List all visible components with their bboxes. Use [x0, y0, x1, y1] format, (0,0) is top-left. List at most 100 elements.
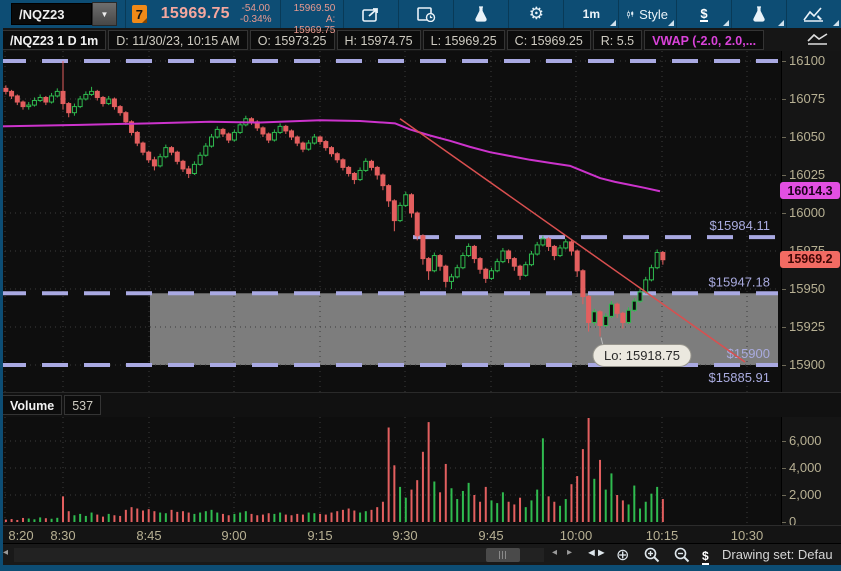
crosshair-button[interactable]: ⊕: [616, 545, 629, 565]
volume-bar: [159, 513, 161, 522]
volume-bar: [11, 519, 13, 522]
volume-bar: [359, 513, 361, 522]
volume-bar: [416, 480, 418, 522]
volume-bar: [233, 514, 235, 522]
volume-bar: [28, 518, 30, 522]
share-button[interactable]: [344, 0, 399, 28]
volume-bar: [222, 514, 224, 522]
candle-body: [4, 88, 8, 91]
tick-mark: [782, 99, 786, 100]
volume-bar: [462, 491, 464, 522]
pan-left-button[interactable]: ◂: [552, 547, 557, 558]
volume-bar: [559, 506, 561, 522]
candle-body: [587, 297, 591, 323]
candle-body: [478, 259, 482, 270]
price-tick-label: 16000: [789, 205, 825, 220]
price-tick-label: 15950: [789, 281, 825, 296]
volume-bar: [525, 507, 527, 522]
candlestick-icon: [627, 7, 634, 22]
candle-body: [489, 271, 493, 279]
volume-bar: [153, 511, 155, 522]
dollar-icon: $: [700, 7, 707, 22]
volume-plot[interactable]: [0, 417, 781, 525]
chart-mode-button[interactable]: [803, 30, 833, 47]
volume-bar: [45, 518, 47, 522]
volume-bar: [605, 490, 607, 522]
tick-mark: [782, 61, 786, 62]
candle-body: [261, 128, 265, 134]
candle-body: [32, 101, 36, 106]
volume-bar: [650, 494, 652, 522]
settings-button[interactable]: ⚙: [509, 0, 564, 28]
volume-bar: [273, 514, 275, 522]
last-price-block: 15969.75: [153, 0, 232, 28]
volume-bar: [388, 428, 390, 523]
candle-body: [330, 148, 334, 154]
volume-bar: [51, 519, 53, 522]
volume-bar: [228, 515, 230, 522]
timeframe-button[interactable]: 1m: [564, 0, 619, 28]
watchlist-link-badge[interactable]: 7: [132, 5, 147, 23]
candle-body: [187, 169, 191, 174]
volume-bar: [279, 513, 281, 522]
volume-bar: [331, 513, 333, 522]
candle-body: [61, 91, 65, 103]
volume-bar: [336, 511, 338, 522]
time-tick-label: 9:45: [478, 528, 503, 543]
price-tick-label: 15925: [789, 319, 825, 334]
candle-body: [484, 269, 488, 278]
volume-bar: [622, 500, 624, 522]
fit-width-button[interactable]: ◄►: [586, 547, 606, 559]
volume-tick-label: 4,000: [789, 460, 822, 475]
volume-bar: [56, 518, 58, 522]
vwap-study-label[interactable]: VWAP (-2.0, 2.0,...: [644, 30, 764, 50]
volume-bar: [119, 516, 121, 522]
trade-button[interactable]: $: [677, 0, 732, 28]
candle-body: [495, 262, 499, 271]
volume-bar: [342, 510, 344, 522]
candle-body: [535, 245, 539, 254]
buy-sell-button[interactable]: $: [702, 547, 709, 565]
candle-body: [609, 304, 613, 316]
candle-body: [278, 126, 282, 132]
price-axis[interactable]: 1610016075160501602516000159751595015925…: [781, 51, 841, 392]
candle-body: [318, 137, 322, 142]
header-low: L: 15969.25: [423, 30, 505, 50]
reports-button[interactable]: [399, 0, 454, 28]
price-chart-plot[interactable]: $15984.11$15947.18$15900$15885.91Lo: 159…: [0, 51, 781, 392]
volume-value: 537: [64, 395, 101, 415]
volume-bar: [16, 520, 18, 522]
analysis-button[interactable]: [732, 0, 787, 28]
tick-mark: [782, 522, 786, 523]
tick-mark: [782, 365, 786, 366]
candle-body: [552, 246, 556, 255]
price-tick-label: 16100: [789, 53, 825, 68]
volume-bar: [656, 487, 658, 522]
symbol-input[interactable]: /NQZ23: [11, 3, 92, 25]
volume-bar: [325, 515, 327, 522]
volume-bar: [131, 507, 133, 522]
scroll-left-arrow[interactable]: ◂: [3, 547, 8, 558]
volume-bar: [313, 513, 315, 522]
candle-body: [175, 152, 179, 161]
drawings-button[interactable]: [787, 0, 841, 28]
tick-mark: [782, 468, 786, 469]
candle-body: [409, 195, 413, 213]
pan-right-button[interactable]: ▸: [567, 547, 572, 558]
candle-body: [158, 157, 162, 166]
scrollbar-thumb[interactable]: [486, 548, 520, 562]
symbol-dropdown-button[interactable]: ▼: [92, 2, 117, 26]
volume-bar: [433, 482, 435, 523]
style-button[interactable]: Style: [619, 0, 677, 28]
volume-bar: [33, 519, 35, 522]
volume-label: Volume: [2, 395, 62, 415]
candle-body: [27, 105, 31, 107]
scrollbar-track[interactable]: [14, 548, 544, 562]
price-tick-label: 16050: [789, 129, 825, 144]
last-price: 15969.75: [161, 5, 230, 23]
candle-body: [272, 132, 276, 140]
candle-body: [21, 102, 25, 107]
candle-body: [118, 107, 122, 113]
studies-button[interactable]: [454, 0, 509, 28]
candle-body: [627, 310, 631, 322]
